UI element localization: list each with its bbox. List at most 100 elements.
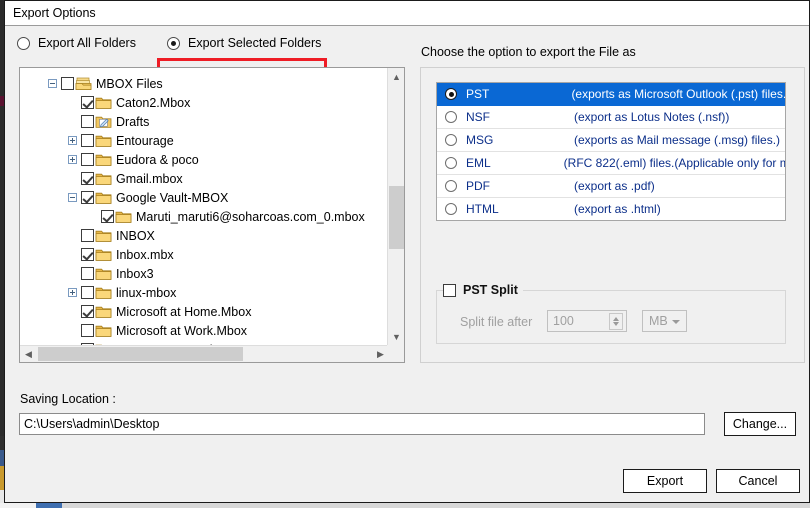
tree-item[interactable]: Caton2.Mbox	[20, 93, 190, 112]
tree-item-checkbox[interactable]	[81, 134, 94, 147]
export-format-option[interactable]: NSF (export as Lotus Notes (.nsf))	[437, 106, 785, 129]
tree-item-label: Inbox.mbx	[116, 247, 174, 262]
radio-indicator-icon	[445, 180, 457, 192]
tree-item-checkbox[interactable]	[81, 229, 94, 242]
folder-icon	[95, 324, 112, 338]
radio-indicator-icon	[17, 36, 30, 50]
chevron-down-icon	[672, 320, 680, 324]
tree-item-label: Microsoft at Work.Mbox	[116, 323, 248, 338]
split-file-after-label: Split file after	[460, 315, 533, 329]
radio-export-all-folders[interactable]: Export All Folders	[17, 36, 136, 50]
expand-node-icon[interactable]	[68, 155, 77, 164]
horizontal-scrollbar-thumb[interactable]	[38, 347, 243, 361]
export-scope-radio-group: Export All Folders Export Selected Folde…	[5, 27, 810, 86]
tree-item-checkbox[interactable]	[81, 96, 94, 109]
tree-item-label: Drafts	[116, 114, 150, 129]
tree-item-label: Eudora & poco	[116, 152, 199, 167]
radio-indicator-icon	[167, 36, 180, 50]
tree-item[interactable]: Google Vault-MBOX	[20, 188, 228, 207]
export-format-option-list[interactable]: PST (exports as Microsoft Outlook (.pst) …	[436, 82, 786, 221]
tree-item-checkbox[interactable]	[61, 77, 74, 90]
saving-location-input[interactable]: C:\Users\admin\Desktop	[19, 413, 705, 435]
export-format-option[interactable]: EML (RFC 822(.eml) files.(Applicable only…	[437, 152, 785, 175]
tree-item-label: Google Vault-MBOX	[116, 190, 229, 205]
tree-item-checkbox[interactable]	[81, 153, 94, 166]
tree-item[interactable]: Inbox3	[20, 264, 154, 283]
chevron-left-icon[interactable]: ◀	[20, 346, 37, 362]
export-format-option-key: EML	[466, 156, 491, 170]
tree-item-checkbox[interactable]	[81, 191, 94, 204]
tree-item[interactable]: Drafts	[20, 112, 149, 131]
export-format-option-description: (export as .pdf)	[574, 179, 655, 193]
tree-item[interactable]: MBOX Files	[20, 74, 163, 93]
tree-item-checkbox[interactable]	[81, 248, 94, 261]
export-format-option[interactable]: HTML (export as .html)	[437, 198, 785, 220]
change-location-button[interactable]: Change...	[724, 412, 796, 436]
vertical-scrollbar-thumb[interactable]	[389, 186, 404, 249]
background-sliver-band	[62, 503, 810, 508]
chevron-up-icon[interactable]: ▲	[388, 68, 404, 85]
tree-item-label: Entourage	[116, 133, 174, 148]
tree-item-checkbox[interactable]	[81, 172, 94, 185]
tree-horizontal-scrollbar[interactable]: ◀ ▶	[20, 345, 389, 362]
split-size-stepper[interactable]: 100	[547, 310, 627, 332]
folder-icon	[95, 267, 112, 281]
stepper-arrows-icon[interactable]	[609, 313, 623, 330]
expand-node-icon[interactable]	[68, 136, 77, 145]
cancel-button[interactable]: Cancel	[716, 469, 800, 493]
export-format-option-description: (export as .html)	[574, 202, 661, 216]
radio-export-selected-folders[interactable]: Export Selected Folders	[167, 36, 321, 50]
tree-item[interactable]: linux-mbox	[20, 283, 176, 302]
tree-item-checkbox[interactable]	[81, 267, 94, 280]
folder-icon	[95, 305, 112, 319]
tree-item[interactable]: Maruti_maruti6@soharcoas.com_0.mbox	[20, 207, 365, 226]
radio-indicator-icon	[445, 134, 457, 146]
export-format-option-key: HTML	[466, 202, 499, 216]
pst-split-checkbox[interactable]: PST Split	[443, 283, 523, 297]
tree-item-checkbox[interactable]	[81, 286, 94, 299]
tree-item[interactable]: Inbox.mbx	[20, 245, 174, 264]
tree-item-label: Caton2.Mbox	[116, 95, 191, 110]
background-window-bottom-sliver	[0, 503, 810, 508]
saving-location-value: C:\Users\admin\Desktop	[24, 417, 160, 431]
split-size-value: 100	[553, 314, 574, 328]
export-format-option[interactable]: MSG (exports as Mail message (.msg) files…	[437, 129, 785, 152]
radio-export-all-folders-label: Export All Folders	[38, 36, 136, 50]
tree-item-checkbox[interactable]	[81, 324, 94, 337]
drafts-folder-icon	[95, 115, 112, 129]
chevron-down-icon[interactable]: ▼	[388, 328, 404, 345]
export-format-option[interactable]: PDF (export as .pdf)	[437, 175, 785, 198]
saving-location-label: Saving Location :	[20, 392, 116, 406]
export-format-option-key: PDF	[466, 179, 490, 193]
tree-item[interactable]: Eudora & poco	[20, 150, 199, 169]
folder-tree-list[interactable]: MBOX Files Caton2.Mbox Drafts Entourage Eudo…	[20, 68, 389, 345]
collapse-node-icon[interactable]	[68, 193, 77, 202]
tree-item[interactable]: INBOX	[20, 226, 155, 245]
tree-item[interactable]: Entourage	[20, 131, 174, 150]
export-format-option-description: (RFC 822(.eml) files.(Applicable only fo…	[563, 156, 785, 170]
folder-icon	[95, 191, 112, 205]
folder-icon	[95, 286, 112, 300]
radio-indicator-icon	[445, 88, 457, 100]
folder-tree-panel[interactable]: MBOX Files Caton2.Mbox Drafts Entourage Eudo…	[19, 67, 405, 363]
scrollbar-corner	[387, 345, 404, 362]
tree-item-checkbox[interactable]	[101, 210, 114, 223]
export-button[interactable]: Export	[623, 469, 707, 493]
tree-vertical-scrollbar[interactable]: ▲ ▼	[387, 68, 404, 345]
split-unit-select[interactable]: MB	[642, 310, 687, 332]
files-stack-icon	[75, 77, 92, 91]
tree-item[interactable]: Gmail.mbox	[20, 169, 183, 188]
tree-item[interactable]: Microsoft at Work.Mbox	[20, 321, 247, 340]
tree-item-checkbox[interactable]	[81, 115, 94, 128]
tree-item[interactable]: Microsoft at Home.Mbox	[20, 302, 251, 321]
collapse-node-icon[interactable]	[48, 79, 57, 88]
tree-item-checkbox[interactable]	[81, 305, 94, 318]
expand-node-icon[interactable]	[68, 288, 77, 297]
tree-item-label: Inbox3	[116, 266, 154, 281]
export-format-option-key: MSG	[466, 133, 494, 147]
export-format-option[interactable]: PST (exports as Microsoft Outlook (.pst) …	[437, 83, 785, 106]
